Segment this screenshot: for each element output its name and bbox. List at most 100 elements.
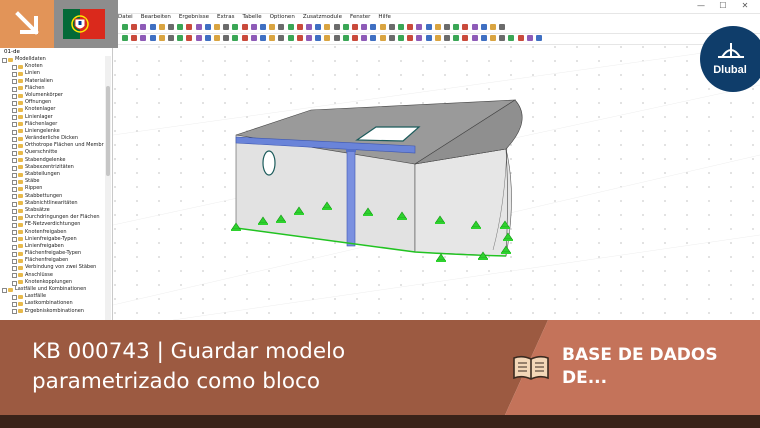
close-button[interactable]: ✕ xyxy=(736,1,754,10)
menu-item-tabelle[interactable]: Tabelle xyxy=(242,13,261,22)
expand-toggle-icon[interactable] xyxy=(12,223,17,229)
tree-item[interactable]: Verbindung von zwei Stäben xyxy=(0,264,104,272)
menu-item-optionen[interactable]: Optionen xyxy=(270,13,295,22)
expand-toggle-icon[interactable] xyxy=(12,64,17,70)
scrollbar-thumb[interactable] xyxy=(106,86,110,176)
tree-item[interactable]: Veränderliche Dicken xyxy=(0,135,104,142)
tree-item[interactable]: FE-Netzverdichtungen xyxy=(0,221,104,229)
toolbar-button-icon[interactable] xyxy=(425,35,432,41)
toolbar-button-icon[interactable] xyxy=(214,24,220,30)
toolbar-button-icon[interactable] xyxy=(122,24,128,30)
toolbar-button-icon[interactable] xyxy=(223,24,230,30)
toolbar-button-icon[interactable] xyxy=(352,24,358,30)
tree-item[interactable]: Linienfreigaben xyxy=(0,243,104,250)
toolbar-button-icon[interactable] xyxy=(250,24,257,30)
toolbar-button-icon[interactable] xyxy=(149,35,156,41)
expand-toggle-icon[interactable] xyxy=(12,151,17,157)
expand-toggle-icon[interactable] xyxy=(2,287,7,293)
3d-model-viewport[interactable] xyxy=(113,45,760,320)
toolbar-button-icon[interactable] xyxy=(333,24,340,30)
toolbar-button-icon[interactable] xyxy=(352,35,358,41)
toolbar-button-icon[interactable] xyxy=(480,35,487,41)
toolbar-button-icon[interactable] xyxy=(407,24,414,30)
toolbar-button-icon[interactable] xyxy=(269,35,276,41)
tree-item[interactable]: Querschnitte xyxy=(0,149,104,157)
tree-item[interactable]: Stäbe xyxy=(0,178,104,185)
toolbar-button-icon[interactable] xyxy=(158,24,165,30)
tree-item[interactable]: Knotenkopplungen xyxy=(0,279,104,286)
menu-item-fenster[interactable]: Fenster xyxy=(350,13,370,22)
toolbar-button-icon[interactable] xyxy=(490,35,496,41)
navigator-scrollbar[interactable] xyxy=(105,56,111,320)
expand-toggle-icon[interactable] xyxy=(12,201,17,207)
toolbar-button-icon[interactable] xyxy=(444,35,450,41)
toolbar-button-icon[interactable] xyxy=(342,35,349,41)
expand-toggle-icon[interactable] xyxy=(12,158,17,164)
toolbar-button-icon[interactable] xyxy=(499,24,506,30)
tree-item[interactable]: Öffnungen xyxy=(0,99,104,106)
toolbar-button-icon[interactable] xyxy=(306,24,312,30)
tree-item[interactable]: Stabsätze xyxy=(0,207,104,214)
tree-item[interactable]: Flächenfreigaben xyxy=(0,257,104,265)
tree-item[interactable]: Lastfälle xyxy=(0,293,104,300)
tree-item[interactable]: Stabendgelenke xyxy=(0,157,104,164)
expand-toggle-icon[interactable] xyxy=(12,294,17,300)
toolbar-button-icon[interactable] xyxy=(278,35,285,41)
expand-toggle-icon[interactable] xyxy=(12,273,17,279)
toolbar-button-icon[interactable] xyxy=(315,35,322,41)
toolbar-button-icon[interactable] xyxy=(508,35,515,41)
toolbar-button-icon[interactable] xyxy=(490,24,496,30)
tree-item[interactable]: Modelldaten xyxy=(0,56,104,63)
expand-toggle-icon[interactable] xyxy=(12,208,17,214)
toolbar-button-icon[interactable] xyxy=(379,35,386,41)
toolbar-button-icon[interactable] xyxy=(177,24,184,30)
toolbar-button-icon[interactable] xyxy=(361,35,368,41)
toolbar-button-icon[interactable] xyxy=(342,24,349,30)
toolbar-button-icon[interactable] xyxy=(517,35,524,41)
menu-item-ergebnisse[interactable]: Ergebnisse xyxy=(179,13,209,22)
expand-toggle-icon[interactable] xyxy=(12,172,17,178)
toolbar-button-icon[interactable] xyxy=(333,35,340,41)
toolbar-button-icon[interactable] xyxy=(416,24,423,30)
tree-item[interactable]: Volumenkörper xyxy=(0,92,104,99)
tree-item[interactable]: Anschlüsse xyxy=(0,272,104,279)
navigator-root[interactable]: 01-de xyxy=(4,48,20,56)
expand-toggle-icon[interactable] xyxy=(12,165,17,171)
toolbar-button-icon[interactable] xyxy=(260,24,266,30)
toolbar-button-icon[interactable] xyxy=(241,24,248,30)
menu-item-extras[interactable]: Extras xyxy=(217,13,234,22)
toolbar-button-icon[interactable] xyxy=(315,24,322,30)
toolbar-button-icon[interactable] xyxy=(398,35,404,41)
toolbar-button-icon[interactable] xyxy=(122,35,128,41)
toolbar-button-icon[interactable] xyxy=(287,24,294,30)
tree-item[interactable]: Stabteilungen xyxy=(0,171,104,178)
expand-toggle-icon[interactable] xyxy=(12,122,17,128)
toolbar-button-icon[interactable] xyxy=(398,24,404,30)
toolbar-button-icon[interactable] xyxy=(204,24,211,30)
expand-toggle-icon[interactable] xyxy=(12,259,17,265)
toolbar-button-icon[interactable] xyxy=(186,35,193,41)
tree-item[interactable]: Rippen xyxy=(0,185,104,193)
toolbar-button-icon[interactable] xyxy=(453,24,460,30)
toolbar-button-icon[interactable] xyxy=(370,24,377,30)
toolbar-button-icon[interactable] xyxy=(471,24,478,30)
toolbar-button-icon[interactable] xyxy=(195,24,202,30)
toolbar-button-icon[interactable] xyxy=(260,35,266,41)
toolbar-button-icon[interactable] xyxy=(168,24,174,30)
expand-toggle-icon[interactable] xyxy=(12,194,17,200)
toolbar-button-icon[interactable] xyxy=(536,35,542,41)
toolbar-button-icon[interactable] xyxy=(232,35,239,41)
expand-toggle-icon[interactable] xyxy=(12,72,17,78)
tree-item[interactable]: Stabnichtlinearitäten xyxy=(0,200,104,207)
toolbar-button-icon[interactable] xyxy=(462,24,469,30)
tree-item[interactable]: Flächenlager xyxy=(0,121,104,128)
expand-toggle-icon[interactable] xyxy=(12,93,17,99)
toolbar-button-icon[interactable] xyxy=(131,35,138,41)
tree-item[interactable]: Knotenfreigaben xyxy=(0,229,104,236)
toolbar-button-icon[interactable] xyxy=(269,24,276,30)
toolbar-button-icon[interactable] xyxy=(453,35,460,41)
toolbar-button-icon[interactable] xyxy=(388,24,395,30)
expand-toggle-icon[interactable] xyxy=(12,115,17,121)
expand-toggle-icon[interactable] xyxy=(12,100,17,106)
expand-toggle-icon[interactable] xyxy=(12,86,17,92)
